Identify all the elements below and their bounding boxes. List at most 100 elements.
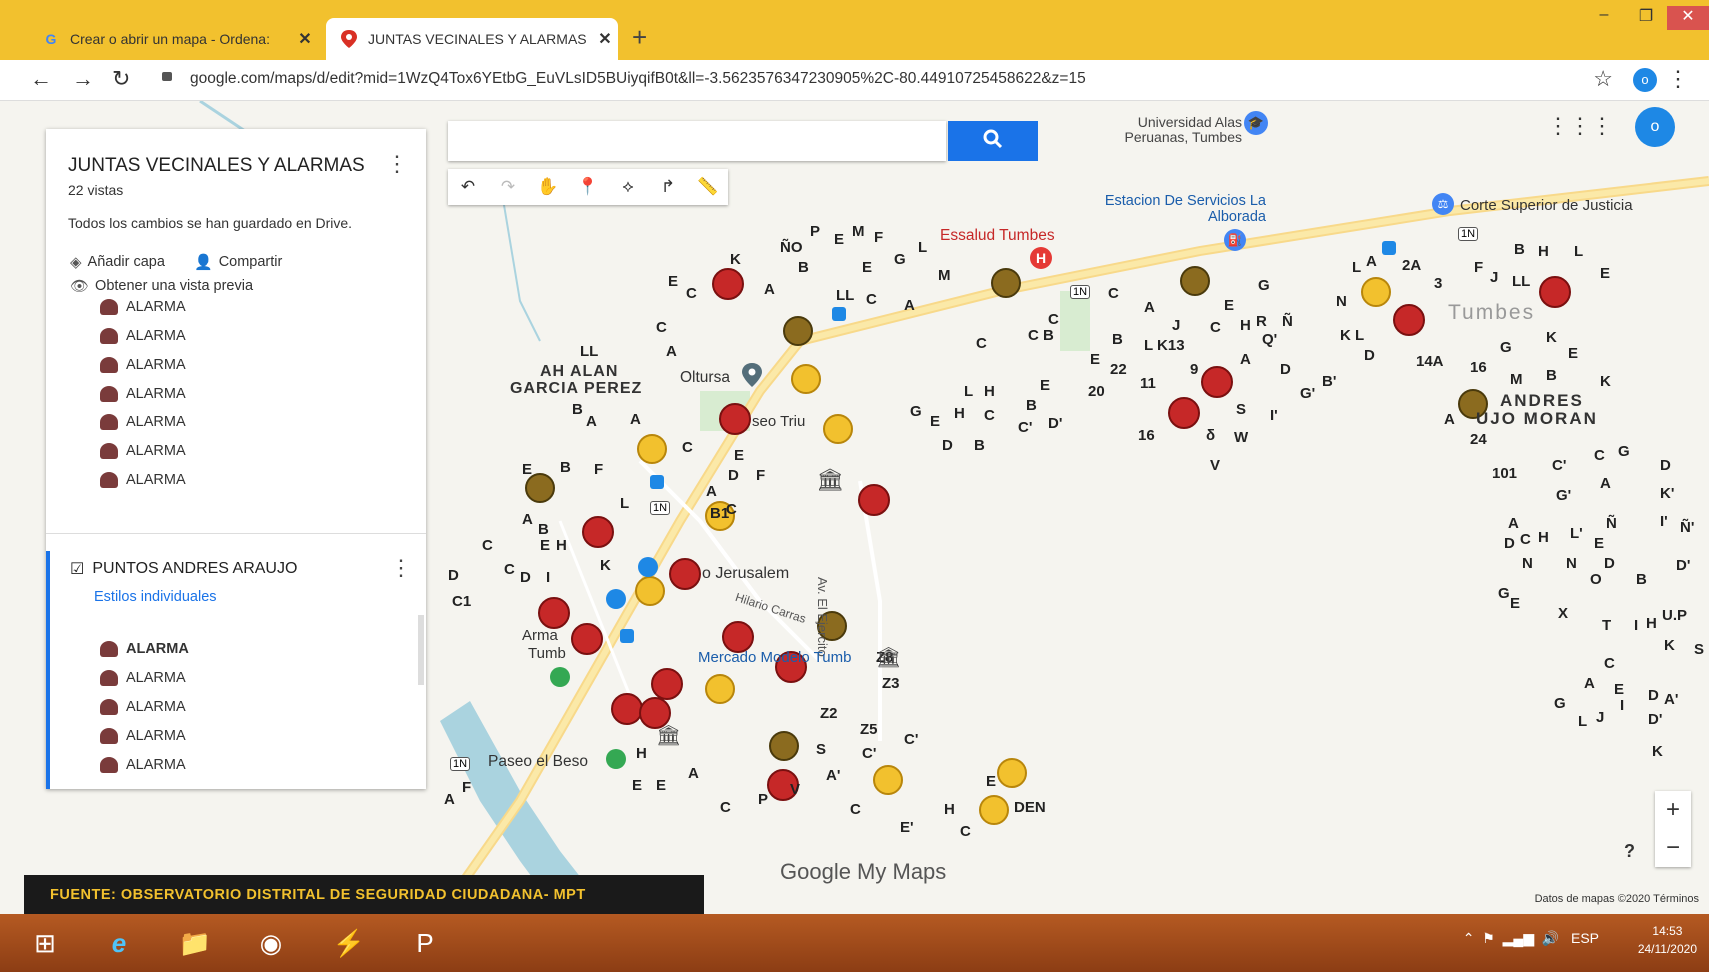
source-banner: FUENTE: OBSERVATORIO DISTRITAL DE SEGURI…: [24, 875, 704, 915]
alarm-marker-icon: [100, 443, 118, 459]
layer-options-menu-icon[interactable]: ⋮: [390, 555, 412, 581]
ruler-icon[interactable]: 📏: [688, 177, 728, 197]
preview-button[interactable]: 👁 Obtener una vista previa: [70, 277, 253, 295]
gas-station-icon: ⛽: [1224, 229, 1246, 251]
alarm-marker-icon: [100, 299, 118, 315]
list-item[interactable]: ALARMA: [100, 414, 186, 430]
zoom-in-button[interactable]: +: [1655, 791, 1691, 829]
search-button[interactable]: [948, 121, 1038, 161]
list-item[interactable]: ALARMA: [100, 757, 186, 773]
list-item[interactable]: ALARMA: [100, 641, 189, 657]
url-field[interactable]: google.com/maps/d/edit?mid=1WzQ4Tox6YEtb…: [190, 70, 1086, 88]
place-jerusalem[interactable]: o Jerusalem: [702, 565, 789, 583]
share-button[interactable]: 👤 Compartir: [194, 253, 282, 271]
museum-icon: 🏛: [656, 725, 682, 747]
forward-icon[interactable]: →: [72, 66, 94, 92]
alarm-marker-icon: [100, 472, 118, 488]
shopping-icon: [606, 589, 626, 609]
share-label: Compartir: [218, 254, 283, 270]
tab-crear-mapa[interactable]: G Crear o abrir un mapa - Ordena: ✕: [28, 18, 318, 60]
individual-styles-link[interactable]: Estilos individuales: [94, 589, 217, 605]
place-oltursa[interactable]: Oltursa: [680, 369, 730, 387]
tab-title: JUNTAS VECINALES Y ALARMAS: [368, 31, 587, 47]
layer-visibility-checkbox[interactable]: ☑: [70, 559, 84, 579]
powerpoint-icon[interactable]: P: [390, 920, 460, 966]
draw-line-icon[interactable]: ⟡: [608, 177, 648, 197]
volume-icon[interactable]: 🔊: [1542, 930, 1559, 946]
layers-panel: JUNTAS VECINALES Y ALARMAS 22 vistas ⋮ T…: [46, 129, 426, 789]
place-gas-station[interactable]: Estacion De Servicios La Alborada: [1096, 193, 1266, 225]
list-item[interactable]: ALARMA: [100, 299, 186, 315]
reload-icon[interactable]: ↻: [112, 66, 130, 92]
layer-title-row[interactable]: ☑ PUNTOS ANDRES ARAUJO: [70, 559, 297, 579]
divider: [46, 533, 426, 534]
list-item-label: ALARMA: [126, 443, 186, 459]
apps-grid-icon[interactable]: ⋮⋮⋮: [1547, 113, 1613, 139]
map-attribution[interactable]: Datos de mapas ©2020 Términos: [1535, 893, 1699, 905]
hand-icon[interactable]: ✋: [528, 177, 568, 197]
system-tray: ⌃ ⚑ ▂▄▆ 🔊 ESP: [1463, 930, 1599, 947]
tab-juntas-vecinales[interactable]: JUNTAS VECINALES Y ALARMAS ✕: [326, 18, 618, 60]
close-window-icon[interactable]: ✕: [1667, 6, 1709, 30]
list-item[interactable]: ALARMA: [100, 472, 186, 488]
clock[interactable]: 14:53 24/11/2020: [1638, 922, 1697, 958]
list-item[interactable]: ALARMA: [100, 328, 186, 344]
place-mercado[interactable]: Mercado Modelo Tumb: [698, 649, 851, 666]
internet-explorer-icon[interactable]: e: [84, 920, 154, 966]
language-indicator[interactable]: ESP: [1571, 930, 1599, 946]
search-input[interactable]: [448, 121, 946, 161]
zoom-out-button[interactable]: −: [1655, 829, 1691, 867]
list-item[interactable]: ALARMA: [100, 699, 186, 715]
bookmark-star-icon[interactable]: ☆: [1593, 66, 1613, 92]
map-title[interactable]: JUNTAS VECINALES Y ALARMAS: [68, 155, 365, 177]
map-options-menu-icon[interactable]: ⋮: [386, 151, 408, 177]
profile-avatar[interactable]: o: [1633, 68, 1657, 92]
list-item[interactable]: ALARMA: [100, 443, 186, 459]
place-court[interactable]: Corte Superior de Justicia: [1460, 197, 1633, 214]
layer-title: PUNTOS ANDRES ARAUJO: [92, 560, 298, 577]
list-item[interactable]: ALARMA: [100, 386, 186, 402]
add-layer-button[interactable]: ◈ Añadir capa: [70, 253, 165, 271]
maximize-icon[interactable]: ❐: [1625, 6, 1667, 30]
file-explorer-icon[interactable]: 📁: [160, 920, 230, 966]
chrome-icon[interactable]: ◉: [236, 920, 306, 966]
eye-icon: 👁: [70, 278, 90, 295]
place-university[interactable]: Universidad Alas Peruanas, Tumbes: [1098, 115, 1242, 145]
park-icon: [550, 667, 570, 687]
alarm-marker-icon: [100, 699, 118, 715]
help-icon[interactable]: ?: [1624, 841, 1635, 862]
add-marker-icon[interactable]: 📍: [568, 177, 608, 197]
app-icon[interactable]: ⚡: [314, 920, 384, 966]
list-item-label: ALARMA: [126, 728, 186, 744]
new-tab-button[interactable]: +: [632, 22, 647, 53]
back-icon[interactable]: ←: [30, 66, 52, 92]
map-views-count: 22 vistas: [68, 182, 124, 198]
list-item-label: ALARMA: [126, 414, 186, 430]
browser-menu-icon[interactable]: ⋮: [1667, 66, 1689, 92]
tray-arrow-icon[interactable]: ⌃: [1463, 930, 1475, 946]
clock-date: 24/11/2020: [1637, 942, 1697, 956]
redo-icon[interactable]: ↷: [488, 177, 528, 197]
museum-icon: 🏛: [816, 467, 844, 492]
list-item[interactable]: ALARMA: [100, 357, 186, 373]
place-tumbes: Tumbes: [1448, 301, 1536, 324]
list-item[interactable]: ALARMA: [100, 728, 186, 744]
close-tab-icon[interactable]: ✕: [292, 29, 318, 49]
list-item[interactable]: ALARMA: [100, 670, 186, 686]
google-g-icon: G: [45, 31, 57, 47]
park-icon: [606, 749, 626, 769]
minimize-icon[interactable]: –: [1583, 6, 1625, 30]
undo-icon[interactable]: ↶: [448, 177, 488, 197]
flag-icon[interactable]: ⚑: [1482, 930, 1495, 946]
place-paseo-beso[interactable]: Paseo el Beso: [488, 753, 588, 771]
place-hospital[interactable]: Essalud Tumbes: [940, 227, 1055, 245]
network-icon[interactable]: ▂▄▆: [1503, 930, 1534, 946]
highway-1n-icon: 1N: [450, 757, 471, 771]
list-item-label: ALARMA: [126, 699, 186, 715]
account-avatar[interactable]: o: [1635, 107, 1675, 147]
panel-scrollbar[interactable]: [418, 615, 424, 685]
directions-icon[interactable]: ↱: [648, 177, 688, 197]
windows-start-icon[interactable]: ⊞: [10, 920, 80, 966]
map-canvas[interactable]: EC KA ÑO P EM FG LM BE LL C AC A LL BA AC E…: [0, 101, 1709, 915]
close-tab-icon[interactable]: ✕: [592, 29, 618, 49]
